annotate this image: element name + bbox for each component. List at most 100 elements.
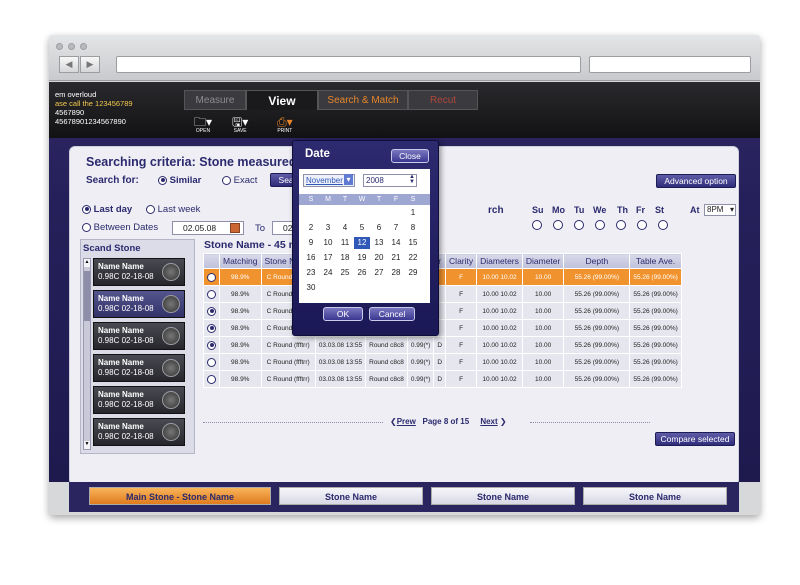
table-row[interactable]: 98.9%C Round (ffftrr)03:03F10.00 10.0210… [203,319,682,337]
day-radio-st[interactable] [658,220,668,230]
row-select-radio[interactable] [203,319,220,337]
column-header[interactable]: Diameters [476,253,523,269]
calendar-day[interactable]: 21 [388,252,404,264]
list-item[interactable]: Name Name 0.98C 02-18-08 [93,386,185,414]
scroll-down-icon[interactable]: ▼ [84,441,90,449]
day-radio-we[interactable] [595,220,605,230]
radio-exact[interactable] [222,175,231,185]
calendar-day[interactable]: 7 [388,222,404,234]
table-row[interactable]: 98.9%C Round (ffftrr)03:03F10.00 10.0210… [203,268,682,286]
tab-stone-4[interactable]: Stone Name [583,487,727,505]
table-row[interactable]: 98.9%C Round (ffftrr)03:03F10.00 10.0210… [203,302,682,320]
calendar-day[interactable]: 23 [303,267,319,279]
row-select-radio[interactable] [203,268,220,286]
calendar-day[interactable]: 2 [303,222,319,234]
list-item[interactable]: Name Name 0.98C 02-18-08 [93,418,185,446]
row-select-radio[interactable] [203,302,220,320]
save-button[interactable]: 🖫▾ SAVE [232,116,248,134]
radio-select[interactable] [207,357,216,367]
radio-last-day[interactable] [82,204,91,214]
calendar-day[interactable]: 10 [320,237,336,249]
row-select-radio[interactable] [203,370,220,388]
tab-view[interactable]: View [246,90,318,110]
row-select-radio[interactable] [203,336,220,354]
day-radio-tu[interactable] [574,220,584,230]
advanced-option-button[interactable]: Advanced option [656,174,736,188]
tab-recut[interactable]: Recut [408,90,478,110]
calendar-day[interactable]: 3 [320,222,336,234]
calendar-day[interactable]: 1 [405,207,421,219]
calendar-day[interactable]: 29 [405,267,421,279]
month-select[interactable]: November ▾ [303,174,355,187]
close-window-icon[interactable] [56,43,63,50]
tab-stone-2[interactable]: Stone Name [279,487,423,505]
cancel-button[interactable]: Cancel [369,307,415,321]
calendar-day[interactable]: 13 [371,237,387,249]
calendar-day[interactable]: 17 [320,252,336,264]
calendar-day[interactable]: 18 [337,252,353,264]
option-exact[interactable]: Exact [222,175,257,186]
day-radio-th[interactable] [616,220,626,230]
list-item[interactable]: Name Name 0.98C 02-18-08 [93,290,185,318]
compare-selected-button[interactable]: Compare selected [655,432,735,446]
open-button[interactable]: 🗀▾ OPEN [194,116,212,134]
scroll-up-icon[interactable]: ▲ [84,259,90,267]
radio-last-week[interactable] [146,204,155,214]
calendar-day[interactable]: 28 [388,267,404,279]
option-last-day[interactable]: Last day [82,204,132,215]
table-row[interactable]: 98.9% C Round (ffftrr) 03.03.08 13:55 Round… [203,353,682,371]
prev-link[interactable]: Prew [397,417,416,426]
close-button[interactable]: Close [391,149,429,163]
radio-select[interactable] [207,374,216,384]
calendar-day[interactable]: 12 [354,237,370,249]
table-row[interactable]: 98.9% C Round (ffftrr) 03.03.08 13:55 Round… [203,370,682,388]
option-last-week[interactable]: Last week [146,204,200,215]
list-item[interactable]: Name Name 0.98C 02-18-08 [93,322,185,350]
print-button[interactable]: ⎙▾ PRINT [277,116,293,134]
day-radio-su[interactable] [532,220,542,230]
calendar-day[interactable]: 4 [337,222,353,234]
tab-main-stone[interactable]: Main Stone - Stone Name [89,487,271,505]
calendar-day[interactable]: 9 [303,237,319,249]
scroll-thumb[interactable] [84,271,90,321]
address-bar[interactable] [116,56,581,73]
radio-similar[interactable] [158,175,167,185]
list-item[interactable]: Name Name 0.98C 02-18-08 [93,354,185,382]
column-header[interactable]: Table Ave. [629,253,682,269]
option-between-dates[interactable]: Between Dates [82,222,158,233]
calendar-day[interactable]: 25 [337,267,353,279]
radio-select[interactable] [207,272,216,282]
calendar-day[interactable]: 22 [405,252,421,264]
tab-search-match[interactable]: Search & Match [318,90,408,110]
calendar-day[interactable]: 26 [354,267,370,279]
day-radio-fr[interactable] [637,220,647,230]
radio-select[interactable] [207,289,216,299]
radio-between-dates[interactable] [82,222,91,232]
calendar-day[interactable]: 5 [354,222,370,234]
radio-select[interactable] [207,340,216,350]
ok-button[interactable]: OK [323,307,363,321]
calendar-day[interactable]: 14 [388,237,404,249]
radio-select[interactable] [207,323,216,333]
column-header[interactable]: Depth [563,253,631,269]
column-header[interactable]: Matching [219,253,262,269]
column-header[interactable]: Clarity [445,253,478,269]
calendar-day[interactable]: 11 [337,237,353,249]
scrollbar[interactable]: ▲ ▼ [83,258,91,450]
table-row[interactable]: 98.9%C Round (ffftrr)03:03F10.00 10.0210… [203,285,682,303]
calendar-day[interactable]: 16 [303,252,319,264]
browser-search-box[interactable] [589,56,751,73]
calendar-day[interactable]: 27 [371,267,387,279]
calendar-day[interactable]: 24 [320,267,336,279]
next-link[interactable]: Next [480,417,497,426]
minimize-window-icon[interactable] [68,43,75,50]
list-item[interactable]: Name Name 0.98C 02-18-08 [93,258,185,286]
option-similar[interactable]: Similar [158,175,201,186]
table-row[interactable]: 98.9% C Round (ffftrr) 03.03.08 13:55 Round… [203,336,682,354]
maximize-window-icon[interactable] [80,43,87,50]
calendar-day[interactable]: 20 [371,252,387,264]
calendar-day[interactable]: 30 [303,282,319,294]
row-select-radio[interactable] [203,285,220,303]
forward-button[interactable]: ▶ [80,56,100,73]
calendar-icon[interactable] [230,223,240,233]
